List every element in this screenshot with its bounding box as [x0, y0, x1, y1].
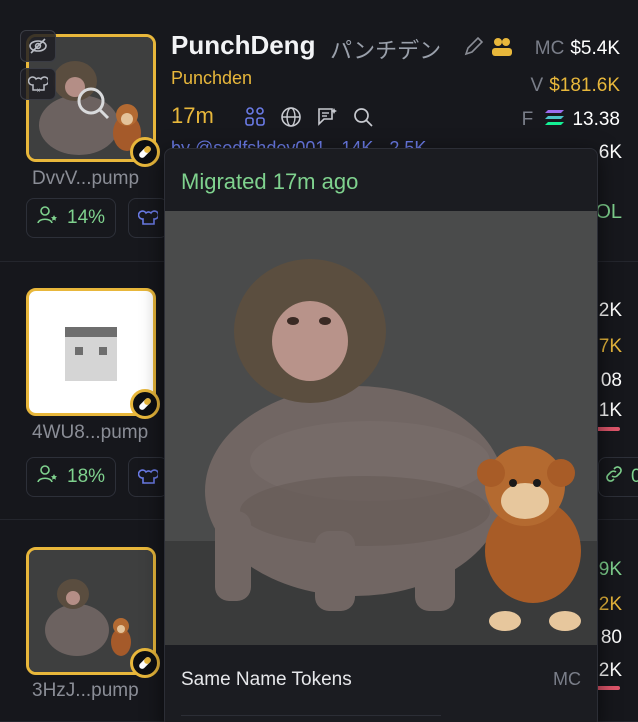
fees-fragment: 08 — [600, 370, 622, 391]
pill-icon — [130, 137, 160, 167]
token-age: 17m — [171, 103, 214, 128]
holders-icon — [37, 205, 59, 231]
svg-text:x: x — [37, 88, 40, 94]
tx-fragment: 2K — [598, 660, 622, 681]
token-name[interactable]: PunchDeng — [171, 30, 315, 61]
volume-fragment: 2K — [598, 594, 622, 615]
globe-icon[interactable] — [280, 106, 302, 133]
holders-icon[interactable] — [244, 106, 266, 133]
token-name-jp: パンチデン — [330, 38, 442, 63]
solana-icon — [544, 108, 566, 132]
fees: F 13.38 — [521, 108, 620, 132]
tx-count: 6K — [598, 142, 622, 163]
pill-icon — [130, 389, 160, 419]
chef-hat-icon[interactable]: x — [20, 68, 56, 100]
link-chip[interactable]: 0 — [598, 457, 638, 497]
token-preview-popup: Migrated 17m ago Same Name Tokens MC — [164, 148, 598, 722]
holders-chip[interactable]: 18% — [26, 457, 117, 497]
eye-off-icon[interactable] — [20, 30, 56, 62]
search-icon[interactable] — [352, 106, 374, 133]
migrated-status: Migrated 17m ago — [181, 169, 359, 194]
market-cap-fragment: 2K — [598, 300, 622, 321]
people-icon[interactable] — [490, 36, 514, 63]
token-subname: Punchden — [171, 68, 253, 88]
link-icon — [605, 465, 623, 489]
holders-icon — [37, 464, 59, 490]
market-cap-fragment: 9K — [598, 559, 622, 580]
chef-hat-icon[interactable] — [128, 457, 168, 497]
note-icon[interactable] — [316, 106, 338, 133]
token-address[interactable]: 4WU8...pump — [32, 422, 148, 444]
token-address[interactable]: DvvV...pump — [32, 168, 139, 190]
tx-fragment: 1K — [598, 400, 622, 421]
monkey-image — [165, 211, 597, 645]
chef-hat-icon[interactable] — [128, 198, 168, 238]
token-address[interactable]: 3HzJ...pump — [32, 680, 139, 702]
holders-percent: 18% — [67, 466, 106, 487]
holders-chip[interactable]: 14% — [26, 198, 117, 238]
same-name-mc-header: MC — [553, 669, 581, 689]
volume: V $181.6K — [530, 75, 620, 96]
fees-fragment: 80 — [600, 627, 622, 648]
market-cap: MC $5.4K — [534, 38, 620, 59]
pill-icon — [130, 648, 160, 678]
list-divider — [181, 715, 441, 722]
ticker-fragment: OL — [595, 201, 622, 223]
holders-percent: 14% — [67, 207, 106, 228]
token-image-large — [165, 211, 597, 645]
same-name-tokens-title: Same Name Tokens — [181, 669, 352, 690]
pencil-icon[interactable] — [462, 36, 484, 63]
volume-fragment: 7K — [598, 336, 622, 357]
